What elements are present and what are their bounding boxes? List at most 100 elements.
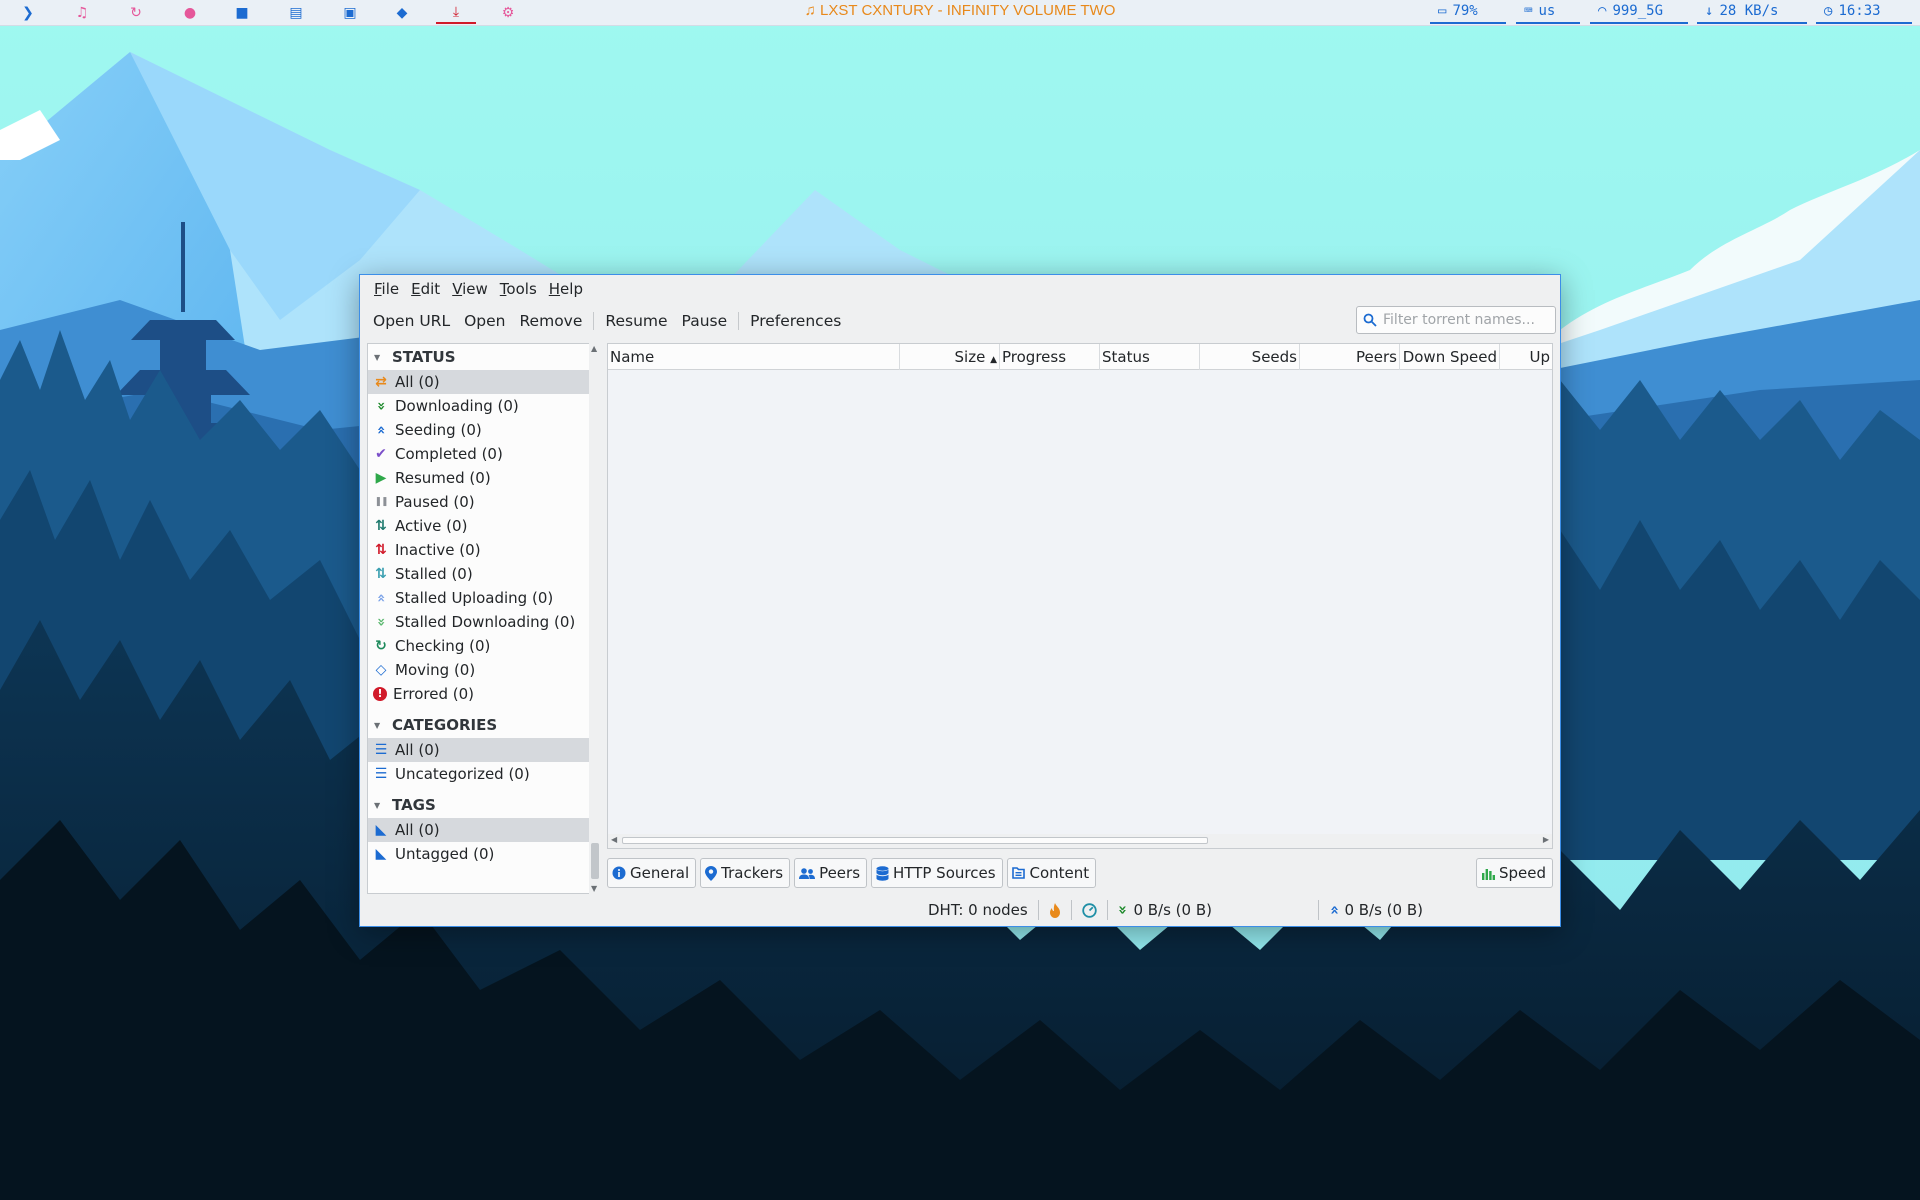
- launcher-terminal-button[interactable]: ❯: [8, 2, 48, 24]
- tab-http-sources[interactable]: HTTP Sources: [871, 858, 1003, 888]
- column-status[interactable]: Status: [1100, 344, 1200, 370]
- properties-tabs: General Trackers Peers HTTP Sources Cont…: [607, 857, 1553, 889]
- status-section-header[interactable]: ▼ STATUS: [368, 344, 592, 370]
- open-button[interactable]: Open: [457, 308, 512, 334]
- category-filter-item[interactable]: ☰ Uncategorized (0): [368, 762, 592, 786]
- list-icon: ☰: [374, 766, 388, 782]
- menu-file[interactable]: File: [368, 277, 405, 301]
- launcher-chat-button[interactable]: ●: [170, 2, 210, 24]
- battery-indicator[interactable]: ▭ 79%: [1430, 0, 1506, 24]
- upload-speed-icon: »: [1324, 905, 1343, 915]
- menu-edit[interactable]: Edit: [405, 277, 446, 301]
- filter-box[interactable]: [1356, 306, 1556, 334]
- status-filter-item[interactable]: ✔ Completed (0): [368, 442, 592, 466]
- remove-button[interactable]: Remove: [512, 308, 589, 334]
- download-speed-icon: »: [1113, 905, 1132, 915]
- status-filter-item[interactable]: ⇅ Stalled (0): [368, 562, 592, 586]
- resume-button[interactable]: Resume: [598, 308, 674, 334]
- column-peers[interactable]: Peers: [1300, 344, 1400, 370]
- column-down-speed[interactable]: Down Speed: [1400, 344, 1500, 370]
- launcher-download-button[interactable]: ⤓: [436, 2, 476, 24]
- launcher-image-button[interactable]: ▣: [330, 2, 370, 24]
- launcher-folder-button[interactable]: ▤: [276, 2, 316, 24]
- status-filter-item-label: Seeding (0): [395, 421, 482, 439]
- status-filter-item[interactable]: ↻ Checking (0): [368, 634, 592, 658]
- launcher-refresh-button[interactable]: ↻: [116, 2, 156, 24]
- column-name[interactable]: Name: [608, 344, 900, 370]
- filter-torrent-input[interactable]: [1383, 312, 1553, 328]
- tag-filter-item[interactable]: ◣ All (0): [368, 818, 592, 842]
- clock-icon: ◷: [1824, 3, 1833, 19]
- toolbar-separator: [738, 312, 740, 330]
- column-progress[interactable]: Progress: [1000, 344, 1100, 370]
- launcher-video-button[interactable]: ■: [222, 2, 262, 24]
- music-icon: ♫: [75, 5, 89, 21]
- wifi-icon: ◠: [1598, 3, 1607, 19]
- tag-filter-item[interactable]: ◣ Untagged (0): [368, 842, 592, 866]
- scroll-right-arrow-icon[interactable]: ▶: [1543, 835, 1549, 844]
- status-filter-item[interactable]: ⇄ All (0): [368, 370, 592, 394]
- menu-help[interactable]: Help: [543, 277, 589, 301]
- pause-button[interactable]: Pause: [675, 308, 735, 334]
- status-bar: DHT: 0 nodes » 0 B/s (0 B) » 0 B/s (0 B): [360, 896, 1560, 924]
- speed-limit-gauge-icon[interactable]: [1082, 902, 1097, 918]
- menu-view[interactable]: View: [446, 277, 494, 301]
- column-up-speed[interactable]: Up: [1500, 344, 1552, 370]
- categories-section-header[interactable]: ▼ CATEGORIES: [368, 712, 592, 738]
- category-filter-item[interactable]: ☰ All (0): [368, 738, 592, 762]
- sidebar-scroll-thumb[interactable]: [591, 843, 599, 879]
- statusbar-separator: [1317, 900, 1319, 920]
- tab-content[interactable]: Content: [1006, 858, 1097, 888]
- status-filter-item-label: Paused (0): [395, 493, 475, 511]
- menu-tools[interactable]: Tools: [494, 277, 543, 301]
- network-speed-indicator[interactable]: ↓ 28 KB/s: [1697, 0, 1807, 24]
- status-filter-item[interactable]: « Seeding (0): [368, 418, 592, 442]
- tab-general[interactable]: General: [607, 858, 697, 888]
- column-seeds[interactable]: Seeds: [1200, 344, 1300, 370]
- status-filter-item-label: Moving (0): [395, 661, 476, 679]
- upload-speed-value: 0 B/s (0 B): [1344, 901, 1423, 919]
- upload-speed-status[interactable]: » 0 B/s (0 B): [1325, 901, 1423, 919]
- statusbar-separator: [1037, 900, 1039, 920]
- tab-trackers[interactable]: Trackers: [700, 858, 791, 888]
- keyboard-icon: ⌨: [1524, 3, 1533, 19]
- status-filter-item[interactable]: « Stalled Uploading (0): [368, 586, 592, 610]
- open-url-button[interactable]: Open URL: [366, 308, 457, 334]
- horizontal-scroll-thumb[interactable]: [622, 837, 1208, 844]
- torrent-list[interactable]: Name Size ▲ Progress Status Seeds Peers …: [607, 343, 1553, 849]
- scroll-up-arrow-icon[interactable]: ▲: [591, 344, 597, 353]
- status-filter-item[interactable]: » Stalled Downloading (0): [368, 610, 592, 634]
- wifi-indicator[interactable]: ◠ 999_5G: [1590, 0, 1688, 24]
- status-filter-item[interactable]: ◇ Moving (0): [368, 658, 592, 682]
- preferences-button[interactable]: Preferences: [743, 308, 848, 334]
- column-size[interactable]: Size ▲: [900, 344, 1000, 370]
- scroll-down-arrow-icon[interactable]: ▼: [591, 884, 597, 893]
- status-filter-item[interactable]: ❚❚ Paused (0): [368, 490, 592, 514]
- toolbar: Open URL Open Remove Resume Pause Prefer…: [360, 305, 1560, 337]
- flame-icon[interactable]: [1049, 902, 1061, 918]
- sidebar-scrollbar[interactable]: ▲ ▼: [589, 343, 601, 894]
- status-filter-item[interactable]: ⇅ Active (0): [368, 514, 592, 538]
- tags-section-header[interactable]: ▼ TAGS: [368, 792, 592, 818]
- launcher-music-button[interactable]: ♫: [62, 2, 102, 24]
- download-speed-status[interactable]: » 0 B/s (0 B): [1114, 901, 1308, 919]
- horizontal-scrollbar[interactable]: ◀ ▶: [608, 834, 1552, 848]
- tag-filter-list: ◣ All (0) ◣ Untagged (0): [368, 818, 592, 866]
- tag-filter-item-label: All (0): [395, 821, 440, 839]
- keyboard-layout-indicator[interactable]: ⌨ us: [1516, 0, 1580, 24]
- bar-chart-icon: [1481, 868, 1495, 880]
- launcher-cube-button[interactable]: ◆: [382, 2, 422, 24]
- stalled-arrows-icon: ⇅: [375, 566, 387, 582]
- status-filter-item[interactable]: ! Errored (0): [368, 682, 592, 706]
- tab-peers[interactable]: Peers: [794, 858, 868, 888]
- status-filter-item[interactable]: ▶ Resumed (0): [368, 466, 592, 490]
- scroll-left-arrow-icon[interactable]: ◀: [611, 835, 617, 844]
- tab-speed[interactable]: Speed: [1475, 858, 1553, 888]
- keyboard-layout-value: us: [1538, 3, 1556, 19]
- status-filter-item[interactable]: ⇅ Inactive (0): [368, 538, 592, 562]
- clock-indicator[interactable]: ◷ 16:33: [1816, 0, 1912, 24]
- wifi-ssid: 999_5G: [1612, 3, 1664, 19]
- status-filter-item[interactable]: » Downloading (0): [368, 394, 592, 418]
- launcher-settings-button[interactable]: ⚙: [488, 2, 528, 24]
- status-filter-list: ⇄ All (0) » Downloading (0) « Seeding (0) ✔ Com…: [368, 370, 592, 706]
